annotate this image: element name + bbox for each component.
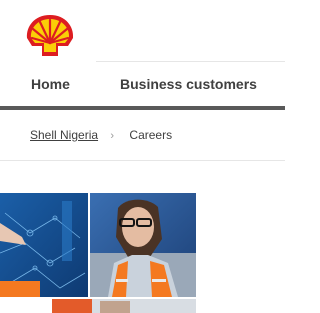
- breadcrumb-link-shell-nigeria[interactable]: Shell Nigeria: [30, 128, 98, 142]
- careers-hero-image-icon: [0, 193, 196, 313]
- shell-pecten-logo-icon: [26, 15, 74, 56]
- nav-item-business-customers[interactable]: Business customers: [120, 76, 257, 92]
- nav-item-home[interactable]: Home: [31, 76, 70, 92]
- breadcrumb-separator-icon: ›: [110, 130, 115, 142]
- nav-divider: [0, 106, 285, 110]
- careers-hero-image: [0, 193, 196, 313]
- shell-logo[interactable]: [24, 12, 76, 60]
- breadcrumb: Shell Nigeria › Careers: [30, 128, 172, 142]
- breadcrumb-current-careers: Careers: [129, 128, 173, 142]
- main-navigation: Home Business customers: [0, 62, 285, 106]
- breadcrumb-bottom-border: [0, 160, 285, 161]
